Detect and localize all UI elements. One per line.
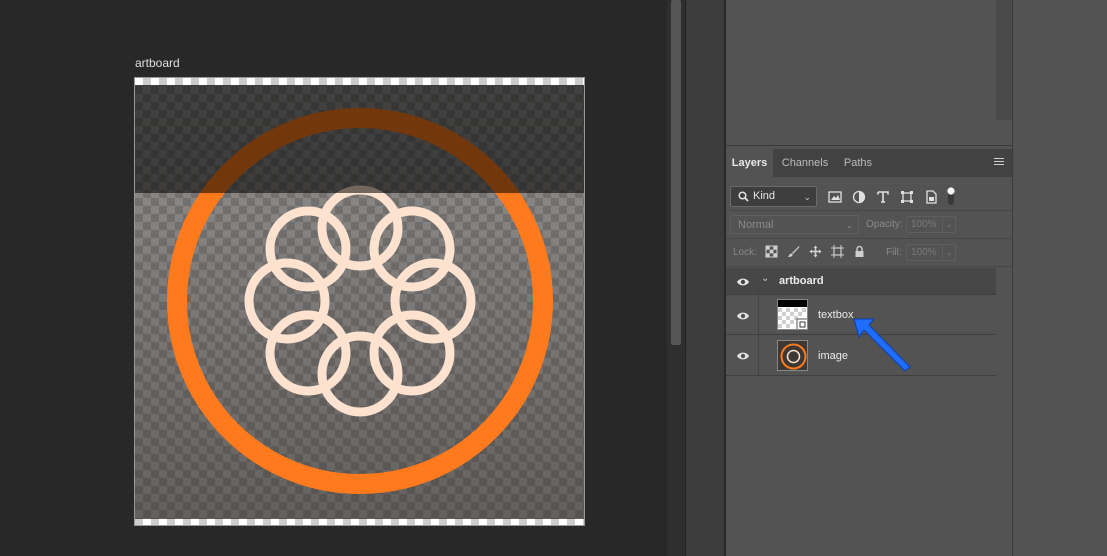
upper-panel	[726, 0, 1012, 146]
canvas-vertical-scrollbar[interactable]	[667, 0, 685, 556]
smart-object-filter-icon[interactable]	[924, 190, 938, 204]
chevron-down-icon[interactable]: ⌄	[761, 273, 769, 284]
type-layer-filter-icon[interactable]	[876, 190, 890, 204]
upper-panel-scrollbar[interactable]	[996, 0, 1012, 120]
textbox-layer-thumbnail[interactable]	[777, 299, 808, 330]
collapsed-panel-dock	[685, 0, 725, 556]
opacity-label: Opacity:	[866, 219, 903, 230]
eye-icon[interactable]	[736, 311, 750, 321]
lock-transparent-pixels-icon[interactable]	[765, 245, 778, 258]
filter-kind-label: Kind	[753, 190, 776, 202]
lock-image-pixels-brush-icon[interactable]	[787, 245, 800, 258]
lock-position-move-icon[interactable]	[809, 245, 822, 258]
layer-row-artboard[interactable]: ⌄ artboard	[726, 268, 996, 295]
opacity-slider-toggle[interactable]: ⌄	[943, 216, 956, 233]
pixel-layer-filter-icon[interactable]	[828, 190, 842, 204]
lock-all-padlock-icon[interactable]	[853, 245, 866, 258]
visibility-column-divider	[758, 295, 759, 334]
textbox-thumbnail-graphic	[778, 300, 807, 329]
layer-name-artboard[interactable]: artboard	[779, 275, 824, 287]
artboard-canvas[interactable]	[134, 77, 585, 526]
layer-name-image[interactable]: image	[818, 350, 848, 362]
search-icon	[738, 191, 749, 202]
panel-menu-icon[interactable]	[994, 158, 1004, 167]
adjustment-layer-filter-icon[interactable]	[852, 190, 866, 204]
visibility-column-divider	[758, 268, 759, 294]
tab-channels[interactable]: Channels	[775, 149, 835, 177]
photoshop-window: artboard Layers Channels Paths Kind ⌄ No…	[0, 0, 1107, 556]
shape-layer-filter-icon[interactable]	[900, 190, 914, 204]
annotation-arrow-icon	[853, 318, 911, 372]
tab-paths[interactable]: Paths	[837, 149, 879, 177]
blend-mode-value: Normal	[738, 219, 774, 231]
lock-artboard-nesting-icon[interactable]	[831, 245, 844, 258]
artboard-name-label[interactable]: artboard	[135, 56, 180, 70]
scrollbar-thumb[interactable]	[671, 0, 681, 345]
right-edge-panel	[1012, 0, 1107, 556]
panel-tab-bar: Layers Channels Paths	[726, 149, 1012, 177]
fill-slider-toggle[interactable]: ⌄	[943, 244, 956, 261]
eye-icon[interactable]	[736, 277, 750, 287]
lock-label: Lock:	[733, 247, 757, 258]
visibility-column-divider	[758, 335, 759, 375]
right-panel-column: Layers Channels Paths Kind ⌄ Normal ⌄ Op…	[726, 0, 1012, 556]
fill-label: Fill:	[886, 247, 902, 258]
layer-name-textbox[interactable]: textbox	[818, 309, 853, 321]
filter-toggle-icon[interactable]	[946, 186, 956, 206]
tab-layers[interactable]: Layers	[726, 149, 773, 177]
image-layer-thumbnail[interactable]	[777, 340, 808, 371]
opacity-field[interactable]: 100%	[906, 216, 943, 233]
eye-icon[interactable]	[736, 351, 750, 361]
fill-field[interactable]: 100%	[906, 244, 943, 261]
canvas-area[interactable]: artboard	[0, 0, 667, 556]
filter-kind-select[interactable]: Kind ⌄	[730, 186, 817, 207]
chevron-down-icon: ⌄	[845, 220, 853, 230]
blend-mode-select[interactable]: Normal ⌄	[730, 215, 859, 234]
image-thumbnail-graphic	[778, 341, 807, 370]
chevron-down-icon: ⌄	[803, 192, 811, 202]
textbox-layer-content	[135, 85, 584, 193]
